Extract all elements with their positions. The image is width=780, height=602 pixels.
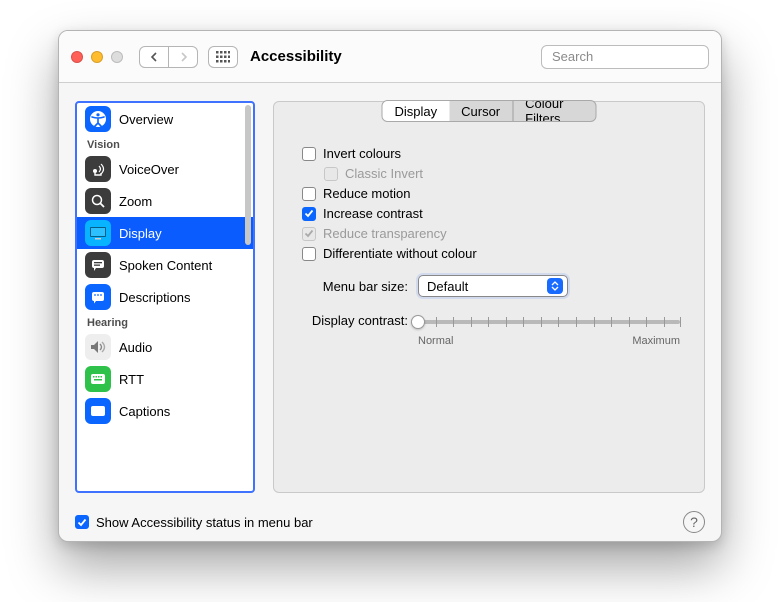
accessibility-icon [85,106,111,132]
forward-button[interactable] [168,46,198,68]
section-header-hearing: Hearing [77,313,253,331]
select-value: Default [427,279,468,294]
classic-invert-checkbox: Classic Invert [324,166,680,181]
help-icon: ? [690,514,698,530]
accessibility-prefs-window: Accessibility Overview Vision [58,30,722,542]
spoken-content-icon [85,252,111,278]
checkbox-label: Classic Invert [345,166,423,181]
sidebar-item-label: Descriptions [119,290,191,305]
invert-colours-checkbox[interactable]: Invert colours [302,146,680,161]
menu-bar-size-label: Menu bar size: [298,279,408,294]
show-all-button[interactable] [208,46,238,68]
zoom-icon [85,188,111,214]
checkbox-label: Show Accessibility status in menu bar [96,515,313,530]
sidebar-item-label: Zoom [119,194,152,209]
sidebar-item-descriptions[interactable]: Descriptions [77,281,253,313]
sidebar-item-label: Overview [119,112,173,127]
checkbox-label: Increase contrast [323,206,423,221]
scrollbar[interactable] [245,105,251,245]
page-title: Accessibility [250,48,342,65]
settings-panel: Display Cursor Colour Filters Invert col… [273,101,705,493]
minimize-window-button[interactable] [91,51,103,63]
slider-min-label: Normal [418,335,453,347]
window-controls [71,51,123,63]
toolbar: Accessibility [59,31,721,83]
search-input[interactable] [552,49,722,64]
reduce-transparency-checkbox: Reduce transparency [302,226,680,241]
sidebar-item-label: Captions [119,404,170,419]
voiceover-icon [85,156,111,182]
rtt-icon [85,366,111,392]
sidebar-item-rtt[interactable]: RTT [77,363,253,395]
search-field[interactable] [541,45,709,69]
slider-max-label: Maximum [632,335,680,347]
sidebar-item-voiceover[interactable]: VoiceOver [77,153,253,185]
checkbox-label: Reduce transparency [323,226,447,241]
display-contrast-slider[interactable] [418,311,680,333]
sidebar-item-display[interactable]: Display [77,217,253,249]
sidebar-item-label: VoiceOver [119,162,179,177]
show-status-checkbox[interactable]: Show Accessibility status in menu bar [75,515,313,530]
audio-icon [85,334,111,360]
sidebar-item-overview[interactable]: Overview [77,103,253,135]
display-icon [85,220,111,246]
nav-buttons [139,46,198,68]
sidebar-item-label: RTT [119,372,144,387]
footer: Show Accessibility status in menu bar ? [59,503,721,541]
sidebar-item-label: Audio [119,340,152,355]
display-contrast-label: Display contrast: [298,311,408,328]
help-button[interactable]: ? [683,511,705,533]
section-header-vision: Vision [77,135,253,153]
tab-display[interactable]: Display [383,101,450,121]
tab-bar: Display Cursor Colour Filters [382,100,597,122]
sidebar: Overview Vision VoiceOver Zoom [75,101,255,493]
reduce-motion-checkbox[interactable]: Reduce motion [302,186,680,201]
descriptions-icon [85,284,111,310]
sidebar-item-spoken-content[interactable]: Spoken Content [77,249,253,281]
tab-cursor[interactable]: Cursor [449,101,512,121]
zoom-window-button [111,51,123,63]
back-button[interactable] [139,46,169,68]
close-window-button[interactable] [71,51,83,63]
sidebar-item-label: Spoken Content [119,258,212,273]
display-contrast-row: Display contrast: Normal Maximum [298,311,680,347]
tab-colour-filters[interactable]: Colour Filters [512,101,595,121]
captions-icon [85,398,111,424]
checkbox-label: Reduce motion [323,186,410,201]
slider-knob[interactable] [411,315,425,329]
menu-bar-size-select[interactable]: Default [418,275,568,297]
checkbox-label: Invert colours [323,146,401,161]
sidebar-item-captions[interactable]: Captions [77,395,253,427]
differentiate-colour-checkbox[interactable]: Differentiate without colour [302,246,680,261]
menu-bar-size-row: Menu bar size: Default [298,275,680,297]
sidebar-item-zoom[interactable]: Zoom [77,185,253,217]
sidebar-item-audio[interactable]: Audio [77,331,253,363]
stepper-arrows-icon [547,278,563,294]
checkbox-label: Differentiate without colour [323,246,477,261]
sidebar-scroll[interactable]: Overview Vision VoiceOver Zoom [77,103,253,491]
increase-contrast-checkbox[interactable]: Increase contrast [302,206,680,221]
sidebar-item-label: Display [119,226,162,241]
